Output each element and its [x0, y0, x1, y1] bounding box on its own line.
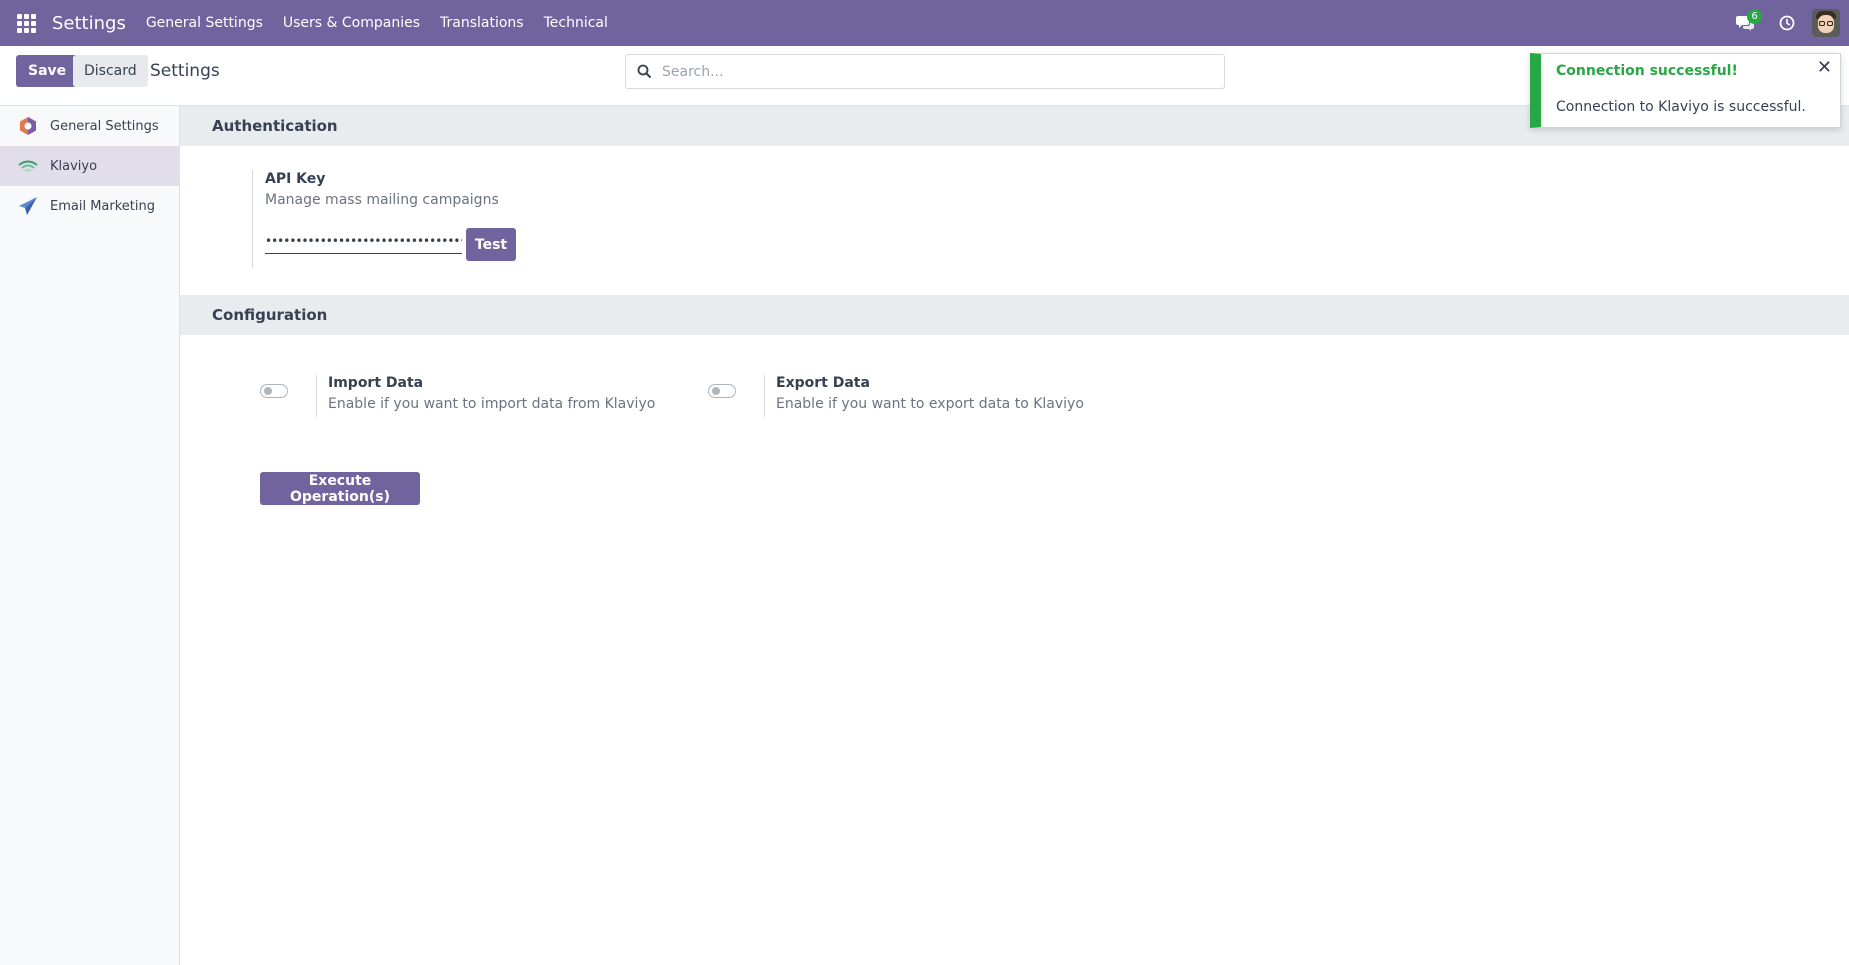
setting-divider: [252, 170, 253, 268]
user-avatar[interactable]: [1812, 9, 1840, 37]
navbar-systray: 6: [1724, 0, 1849, 46]
search-box[interactable]: [625, 54, 1225, 89]
search-input[interactable]: [662, 61, 1202, 83]
notification-body: Connection to Klaviyo is successful.: [1556, 99, 1806, 115]
export-data-description: Enable if you want to export data to Kla…: [776, 396, 1084, 412]
apps-grid-icon[interactable]: [0, 0, 52, 46]
app-brand[interactable]: Settings: [52, 13, 126, 34]
test-connection-button[interactable]: Test: [466, 228, 516, 261]
settings-content: Authentication API Key Manage mass maili…: [180, 106, 1849, 965]
menu-technical[interactable]: Technical: [544, 15, 608, 31]
connection-notification: Connection successful! Connection to Kla…: [1530, 53, 1841, 128]
import-data-toggle[interactable]: [260, 384, 288, 398]
export-data-toggle[interactable]: [708, 384, 736, 398]
settings-hexagon-icon: [18, 116, 38, 136]
clock-icon: [1779, 15, 1795, 31]
menu-users-companies[interactable]: Users & Companies: [283, 15, 420, 31]
search-icon: [637, 64, 652, 79]
import-data-description: Enable if you want to import data from K…: [328, 396, 656, 412]
export-data-title: Export Data: [776, 375, 870, 391]
close-icon[interactable]: ✕: [1817, 59, 1832, 77]
menu-translations[interactable]: Translations: [440, 15, 524, 31]
discard-button[interactable]: Discard: [73, 55, 148, 87]
setting-divider: [764, 375, 765, 417]
messaging-menu[interactable]: 6: [1724, 0, 1766, 46]
import-data-title: Import Data: [328, 375, 424, 391]
page-title: Settings: [150, 61, 220, 81]
save-button[interactable]: Save: [16, 55, 79, 87]
api-key-description: Manage mass mailing campaigns: [265, 192, 499, 208]
sidebar-item-general-settings[interactable]: General Settings: [0, 106, 179, 146]
activity-menu[interactable]: [1766, 0, 1808, 46]
menu-general-settings[interactable]: General Settings: [146, 15, 263, 31]
paper-plane-icon: [18, 196, 38, 216]
sidebar-item-klaviyo[interactable]: Klaviyo: [0, 146, 179, 186]
execute-operations-button[interactable]: Execute Operation(s): [260, 472, 420, 505]
sidebar-item-email-marketing[interactable]: Email Marketing: [0, 186, 179, 226]
top-navbar: Settings General Settings Users & Compan…: [0, 0, 1849, 46]
klaviyo-icon: [18, 156, 38, 176]
messages-count-badge: 6: [1747, 9, 1762, 24]
settings-sidebar: General Settings Klaviyo Email Marketing: [0, 106, 180, 965]
sidebar-item-label: Klaviyo: [50, 158, 98, 174]
api-key-title: API Key: [265, 171, 326, 187]
sidebar-item-label: General Settings: [50, 118, 159, 134]
sidebar-item-label: Email Marketing: [50, 198, 155, 214]
notification-title: Connection successful!: [1556, 63, 1738, 79]
setting-divider: [316, 375, 317, 417]
api-key-field[interactable]: ••••••••••••••••••••••••••••••••••••••••: [265, 234, 462, 254]
section-heading-configuration: Configuration: [180, 295, 1849, 335]
